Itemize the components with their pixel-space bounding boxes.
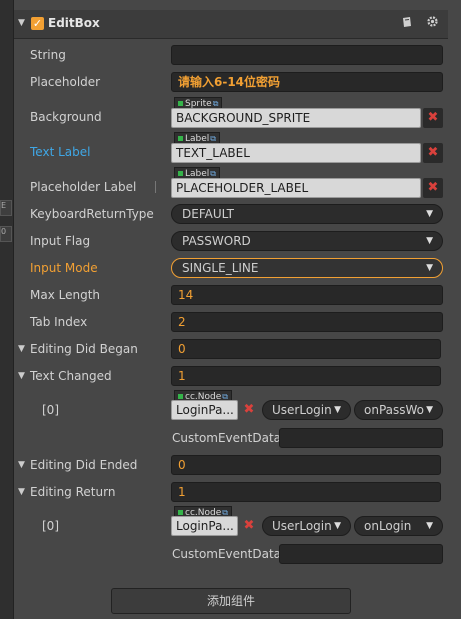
input-flag-label: Input Flag	[30, 234, 91, 248]
placeholder-label-label: Placeholder Label	[30, 180, 137, 194]
label-type-tag: Label⧉	[174, 132, 220, 144]
chevron-down-icon: ▼	[426, 209, 433, 219]
chevron-down-icon: ▼	[426, 405, 433, 415]
event-component-select[interactable]: UserLogin ▼	[262, 400, 351, 420]
clear-target-icon[interactable]: ✖	[239, 516, 259, 536]
chevron-down-icon: ▼	[426, 521, 433, 531]
clear-target-icon[interactable]: ✖	[239, 400, 259, 420]
max-length-label: Max Length	[30, 288, 101, 302]
editing-return-label: Editing Return	[30, 485, 116, 499]
left-strip-chip: E	[0, 200, 12, 216]
keyboard-return-type-select[interactable]: DEFAULT ▼	[171, 204, 443, 224]
event-target-node-field[interactable]: LoginPa...	[171, 400, 238, 420]
component-header[interactable]: ▼ ✓ EditBox	[14, 10, 448, 39]
custom-event-data-input[interactable]	[279, 428, 443, 448]
clear-text-label-icon[interactable]: ✖	[423, 143, 443, 163]
expand-arrow-icon[interactable]: ▼	[18, 460, 25, 470]
component-title: EditBox	[48, 16, 100, 30]
input-mode-select[interactable]: SINGLE_LINE ▼	[171, 258, 443, 278]
placeholder-input[interactable]: 请输入6-14位密码	[171, 72, 443, 92]
chevron-down-icon: ▼	[426, 236, 433, 246]
left-strip-chip: 0	[0, 226, 12, 242]
custom-event-data-label: CustomEventData	[172, 431, 282, 445]
book-icon[interactable]	[401, 16, 413, 31]
resize-divider[interactable]	[155, 181, 156, 193]
text-label-field[interactable]: TEXT_LABEL	[171, 143, 421, 163]
sprite-type-tag: Sprite⧉	[174, 97, 223, 109]
event-component-select[interactable]: UserLogin ▼	[262, 516, 351, 536]
add-component-button[interactable]: 添加组件	[111, 588, 351, 614]
editing-did-began-label: Editing Did Began	[30, 342, 138, 356]
event-index-label: [0]	[42, 519, 59, 533]
string-input[interactable]	[171, 45, 443, 65]
editing-did-ended-count[interactable]: 0	[171, 455, 441, 475]
chevron-down-icon: ▼	[334, 405, 341, 415]
editing-did-ended-label: Editing Did Ended	[30, 458, 138, 472]
clear-background-icon[interactable]: ✖	[423, 108, 443, 128]
background-sprite-field[interactable]: BACKGROUND_SPRITE	[171, 108, 421, 128]
expand-arrow-icon[interactable]: ▼	[18, 344, 25, 354]
enabled-checkbox[interactable]: ✓	[31, 17, 44, 30]
event-index-label: [0]	[42, 403, 59, 417]
placeholder-label: Placeholder	[30, 75, 101, 89]
gear-icon[interactable]	[426, 15, 439, 31]
editing-return-count[interactable]: 1	[171, 482, 441, 502]
left-panel-edge: E 0	[0, 0, 14, 619]
custom-event-data-input[interactable]	[279, 544, 443, 564]
expand-arrow-icon[interactable]: ▼	[18, 371, 25, 381]
collapse-arrow-icon[interactable]: ▼	[18, 18, 25, 28]
text-changed-label: Text Changed	[30, 369, 112, 383]
tab-index-input[interactable]: 2	[171, 312, 443, 332]
placeholder-label-field[interactable]: PLACEHOLDER_LABEL	[171, 178, 421, 198]
event-handler-select[interactable]: onLogin ▼	[354, 516, 443, 536]
expand-arrow-icon[interactable]: ▼	[18, 487, 25, 497]
background-label: Background	[30, 110, 102, 124]
max-length-input[interactable]: 14	[171, 285, 443, 305]
string-label: String	[30, 48, 66, 62]
event-handler-select[interactable]: onPassWo ▼	[354, 400, 443, 420]
chevron-down-icon: ▼	[334, 521, 341, 531]
chevron-down-icon: ▼	[426, 263, 433, 273]
editing-did-began-count[interactable]: 0	[171, 339, 441, 359]
keyboard-return-type-label: KeyboardReturnType	[30, 207, 154, 221]
custom-event-data-label: CustomEventData	[172, 547, 282, 561]
clear-placeholder-label-icon[interactable]: ✖	[423, 178, 443, 198]
text-label-label: Text Label	[30, 145, 91, 159]
text-changed-count[interactable]: 1	[171, 366, 441, 386]
input-flag-select[interactable]: PASSWORD ▼	[171, 231, 443, 251]
label-type-tag: Label⧉	[174, 167, 220, 179]
input-mode-label: Input Mode	[30, 261, 98, 275]
event-target-node-field[interactable]: LoginPa...	[171, 516, 238, 536]
tab-index-label: Tab Index	[30, 315, 88, 329]
